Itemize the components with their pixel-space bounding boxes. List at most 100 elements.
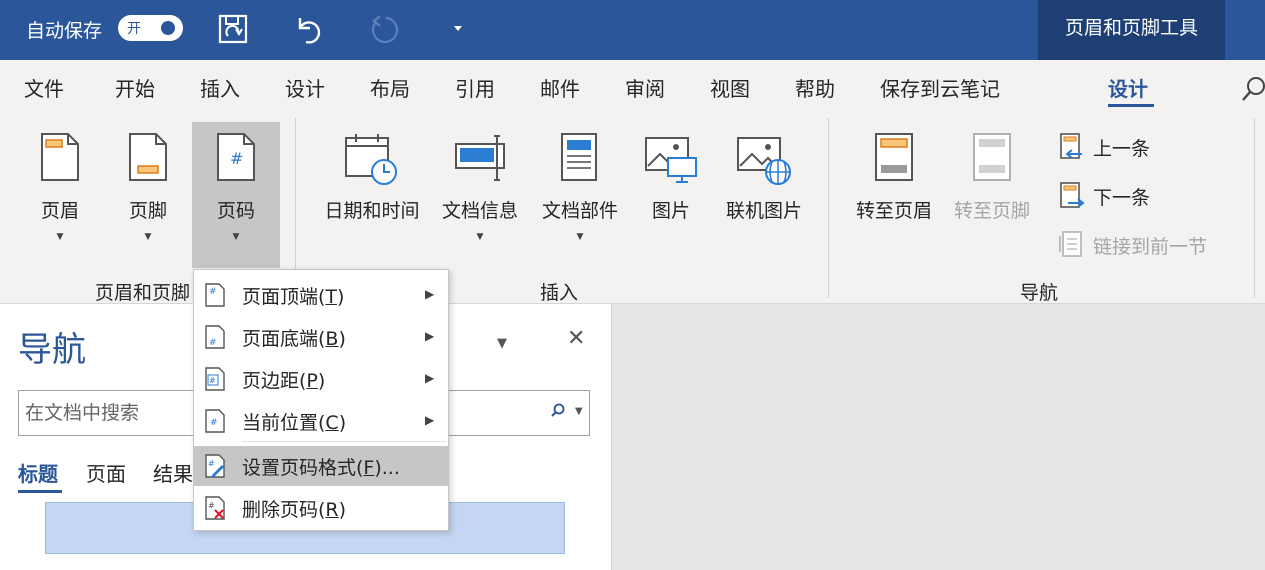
submenu-arrow-icon: ▶ <box>425 413 435 427</box>
footer-button[interactable]: 页脚 ▼ <box>108 122 188 268</box>
svg-text:#: # <box>209 287 217 297</box>
menu-item-bottom-of-page[interactable]: # 页面底端(B) ▶ <box>194 317 448 357</box>
go-to-header-button[interactable]: 转至页眉 <box>848 122 940 268</box>
header-button[interactable]: 页眉 ▼ <box>20 122 100 268</box>
svg-text:#: # <box>208 501 215 510</box>
save-icon[interactable] <box>216 12 252 48</box>
group-separator <box>1254 118 1255 298</box>
footer-icon <box>129 133 167 181</box>
nav-tab-results[interactable]: 结果 <box>153 458 193 487</box>
group-label-navigation: 导航 <box>1020 282 1059 304</box>
online-pictures-button[interactable]: 联机图片 <box>716 122 812 268</box>
page-number-button[interactable]: # 页码 ▼ <box>196 122 276 268</box>
link-to-previous-icon <box>1059 231 1082 257</box>
page-top-icon: # <box>205 283 225 307</box>
navigation-pane-title: 导航 <box>18 330 86 370</box>
nav-tab-pages[interactable]: 页面 <box>86 458 126 487</box>
menu-separator <box>242 441 446 442</box>
document-info-button[interactable]: 文档信息 ▼ <box>434 122 526 268</box>
redo-icon <box>371 15 399 44</box>
submenu-arrow-icon: ▶ <box>425 329 435 343</box>
menu-item-top-of-page[interactable]: # 页面顶端(T) ▶ <box>194 275 448 315</box>
previous-icon <box>1060 133 1082 159</box>
nav-search-icon[interactable] <box>550 403 566 419</box>
next-label: 下一条 <box>1093 187 1151 209</box>
tab-design[interactable]: 设计 <box>285 73 325 102</box>
nav-search-dropdown[interactable]: ▼ <box>575 406 583 417</box>
date-time-label: 日期和时间 <box>324 200 420 222</box>
title-bar: 自动保存 开 页眉和页脚工具 <box>0 0 1265 60</box>
nav-tab-headings[interactable]: 标题 <box>18 458 58 487</box>
tab-home[interactable]: 开始 <box>115 73 155 102</box>
tab-help[interactable]: 帮助 <box>795 73 835 102</box>
tab-mailings[interactable]: 邮件 <box>540 73 580 102</box>
autosave-label: 自动保存 <box>26 20 103 42</box>
previous-button[interactable]: 上一条 <box>1058 132 1178 164</box>
header-icon <box>41 133 79 181</box>
header-footer-tools-tab: 页眉和页脚工具 <box>1038 0 1225 60</box>
previous-label: 上一条 <box>1093 138 1151 160</box>
menu-item-label: 当前位置(C) <box>242 412 347 434</box>
quick-parts-icon <box>561 133 597 181</box>
customize-toolbar-icon[interactable] <box>448 12 484 48</box>
quick-parts-button[interactable]: 文档部件 ▼ <box>534 122 626 268</box>
footer-dropdown-caret: ▼ <box>144 232 152 242</box>
svg-text:#: # <box>230 149 243 168</box>
link-to-previous-label: 链接到前一节 <box>1093 236 1208 258</box>
calendar-clock-icon <box>345 134 397 185</box>
toggle-knob <box>161 21 175 35</box>
go-to-footer-icon <box>973 133 1011 181</box>
page-number-dropdown-caret: ▼ <box>232 232 240 242</box>
search-icon[interactable] <box>1240 74 1265 104</box>
active-tab-underline <box>1108 104 1154 107</box>
nav-pane-options-dropdown[interactable]: ▼ <box>497 336 507 351</box>
menu-item-label: 页面底端(B) <box>242 328 346 350</box>
go-to-footer-label: 转至页脚 <box>953 200 1030 222</box>
quick-parts-label: 文档部件 <box>541 200 618 222</box>
svg-text:#: # <box>210 418 218 428</box>
page-bottom-icon: # <box>205 325 225 349</box>
menu-item-page-margins[interactable]: # 页边距(P) ▶ <box>194 359 448 399</box>
menu-item-current-position[interactable]: # 当前位置(C) ▶ <box>194 401 448 441</box>
tab-header-footer-design[interactable]: 设计 <box>1108 73 1148 102</box>
format-page-numbers-icon: # <box>205 454 225 478</box>
undo-icon[interactable] <box>290 12 326 48</box>
tab-view[interactable]: 视图 <box>710 73 750 102</box>
autosave-toggle[interactable]: 开 <box>118 15 183 41</box>
go-to-footer-button: 转至页脚 <box>946 122 1038 268</box>
menu-item-label: 删除页码(R) <box>242 499 347 521</box>
pictures-label: 图片 <box>651 200 690 222</box>
svg-text:#: # <box>209 376 216 385</box>
tab-file[interactable]: 文件 <box>24 73 64 102</box>
nav-tab-underline <box>18 490 62 493</box>
go-to-header-icon <box>875 133 913 181</box>
page-number-icon: # <box>217 133 255 181</box>
tab-review[interactable]: 审阅 <box>625 73 665 102</box>
go-to-header-label: 转至页眉 <box>855 200 932 222</box>
menu-item-format-page-numbers[interactable]: # 设置页码格式(F)... <box>194 446 448 486</box>
tab-insert[interactable]: 插入 <box>200 73 240 102</box>
document-info-label: 文档信息 <box>441 200 518 222</box>
link-to-previous-button: 链接到前一节 <box>1058 230 1228 262</box>
online-pictures-icon <box>737 137 791 185</box>
pictures-icon <box>645 137 697 183</box>
header-button-label: 页眉 <box>40 200 79 222</box>
header-dropdown-caret: ▼ <box>56 232 64 242</box>
autosave-toggle-state: 开 <box>127 21 141 37</box>
next-button[interactable]: 下一条 <box>1058 181 1178 213</box>
tab-references[interactable]: 引用 <box>455 73 495 102</box>
tab-save-to-cloud-notes[interactable]: 保存到云笔记 <box>880 73 1000 102</box>
pictures-button[interactable]: 图片 <box>634 122 708 268</box>
submenu-arrow-icon: ▶ <box>425 287 435 301</box>
group-separator <box>828 118 829 298</box>
menu-item-label: 页边距(P) <box>242 370 326 392</box>
tab-layout[interactable]: 布局 <box>370 73 410 102</box>
menu-item-remove-page-numbers[interactable]: # 删除页码(R) <box>194 488 448 528</box>
page-number-button-label: 页码 <box>216 200 255 222</box>
page-number-menu: # 页面顶端(T) ▶ # 页面底端(B) ▶ # 页边距(P) ▶ # 当前位… <box>193 269 449 531</box>
date-time-button[interactable]: 日期和时间 <box>316 122 428 268</box>
submenu-arrow-icon: ▶ <box>425 371 435 385</box>
quick-parts-caret: ▼ <box>576 232 584 242</box>
online-pictures-label: 联机图片 <box>725 200 802 222</box>
nav-pane-close-button[interactable]: ✕ <box>567 326 585 351</box>
